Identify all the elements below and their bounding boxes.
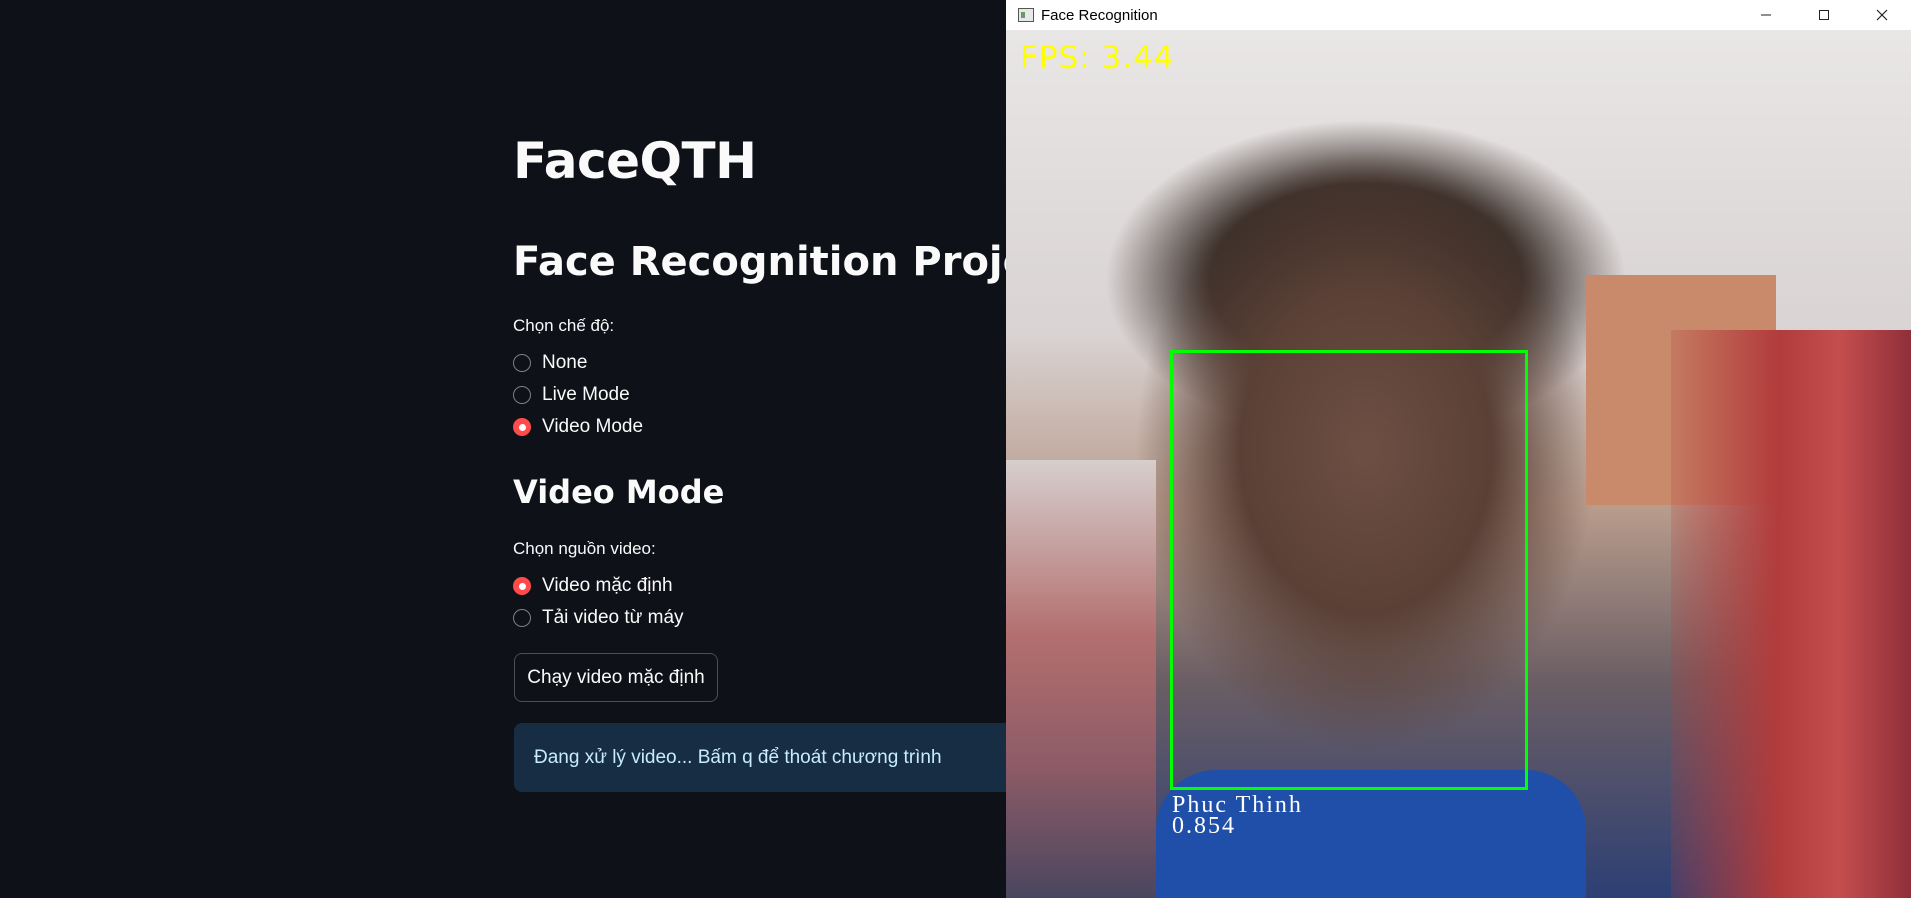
video-mode-header: Video Mode — [513, 473, 725, 511]
mode-option-live[interactable]: Live Mode — [513, 379, 643, 411]
mode-option-none[interactable]: None — [513, 347, 643, 379]
radio-checked-icon — [513, 577, 531, 595]
minimize-icon — [1761, 14, 1771, 16]
face-recognition-window: Face Recognition FPS: 3.44 Phuc Thinh 0.… — [1006, 0, 1911, 898]
page-title: FaceQTH — [513, 132, 757, 190]
info-alert: Đang xử lý video... Bấm q để thoát chươn… — [514, 723, 1034, 792]
mode-option-video[interactable]: Video Mode — [513, 411, 643, 443]
window-title: Face Recognition — [1041, 6, 1158, 24]
window-controls — [1737, 0, 1911, 30]
fps-overlay: FPS: 3.44 — [1020, 40, 1175, 76]
radio-icon — [513, 354, 531, 372]
maximize-button[interactable] — [1795, 0, 1853, 30]
maximize-icon — [1819, 10, 1829, 20]
source-radio-label: Chọn nguồn video: — [513, 539, 656, 558]
window-app-icon — [1018, 8, 1034, 22]
store-shelf-left — [1006, 460, 1156, 898]
source-option-default[interactable]: Video mặc định — [513, 570, 684, 602]
source-option-upload[interactable]: Tải video từ máy — [513, 602, 684, 634]
radio-option-label: Video Mode — [542, 416, 644, 437]
project-subheader: Face Recognition Project — [513, 239, 1073, 285]
close-icon — [1876, 9, 1888, 21]
radio-option-label: Live Mode — [542, 384, 630, 405]
store-shelf-right — [1671, 330, 1911, 898]
close-button[interactable] — [1853, 0, 1911, 30]
info-message: Đang xử lý video... Bấm q để thoát chươn… — [534, 746, 942, 768]
face-bounding-box — [1170, 350, 1528, 790]
radio-option-label: Tải video từ máy — [542, 607, 684, 628]
radio-option-label: Video mặc định — [542, 575, 673, 596]
radio-icon — [513, 386, 531, 404]
face-label-score: 0.854 — [1172, 813, 1236, 839]
radio-option-label: None — [542, 352, 588, 373]
radio-checked-icon — [513, 418, 531, 436]
source-radio-group: Video mặc định Tải video từ máy — [513, 570, 684, 634]
mode-radio-group: None Live Mode Video Mode — [513, 347, 643, 443]
mode-radio-label: Chọn chế độ: — [513, 316, 615, 335]
minimize-button[interactable] — [1737, 0, 1795, 30]
run-default-video-button[interactable]: Chạy video mặc định — [514, 653, 718, 702]
window-titlebar[interactable]: Face Recognition — [1006, 0, 1911, 30]
radio-icon — [513, 609, 531, 627]
